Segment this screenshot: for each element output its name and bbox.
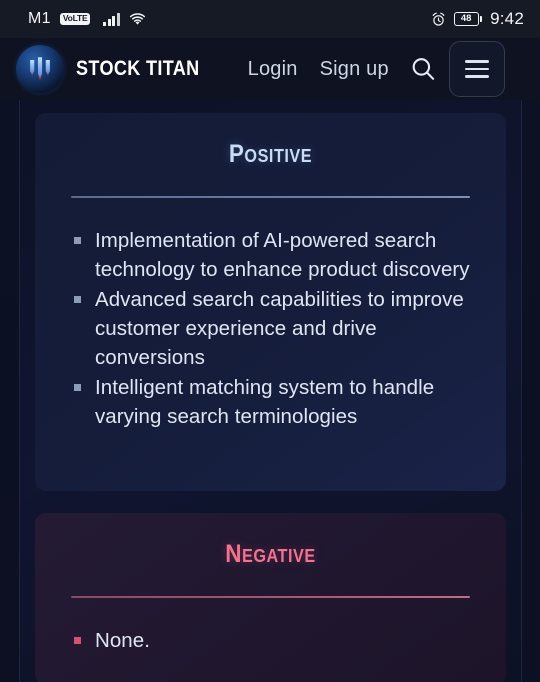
site-header: STOCK TITAN Login Sign up — [0, 38, 540, 100]
phone-screen: M1 VoLTE 48 9:42 STOCK TITAN Login Sign … — [0, 0, 540, 682]
list-item: None. — [69, 626, 472, 655]
wifi-icon — [129, 12, 146, 26]
login-link[interactable]: Login — [248, 58, 298, 81]
battery-indicator: 48 — [453, 12, 483, 26]
positive-card-title: Positive — [228, 140, 313, 168]
status-bar-left: M1 VoLTE — [28, 10, 146, 28]
content-container: Positive Implementation of AI-powered se… — [20, 98, 521, 682]
status-bar-right: 48 9:42 — [431, 9, 524, 29]
negative-card: Negative None. — [35, 513, 506, 682]
search-icon[interactable] — [407, 53, 439, 85]
negative-card-divider — [71, 596, 470, 598]
positive-card: Positive Implementation of AI-powered se… — [35, 113, 506, 491]
list-item: Intelligent matching system to handle va… — [69, 373, 472, 431]
list-item: Implementation of AI-powered search tech… — [69, 226, 472, 284]
positive-bullet-list: Implementation of AI-powered search tech… — [69, 226, 472, 431]
volte-badge: VoLTE — [59, 13, 91, 25]
stock-titan-logo-icon — [16, 45, 64, 93]
clock-label: 9:42 — [490, 9, 524, 28]
positive-card-divider — [71, 196, 470, 198]
negative-bullet-list: None. — [69, 626, 472, 655]
header-actions — [407, 41, 505, 97]
battery-level-label: 48 — [460, 13, 472, 25]
status-bar: M1 VoLTE 48 9:42 — [0, 0, 540, 38]
alarm-clock-icon — [431, 12, 446, 27]
negative-card-title: Negative — [225, 540, 316, 568]
hamburger-menu-icon[interactable] — [448, 41, 505, 97]
cellular-signal-icon — [103, 12, 120, 26]
brand-home-link[interactable]: STOCK TITAN — [16, 45, 220, 93]
list-item: Advanced search capabilities to improve … — [69, 285, 472, 372]
battery-nub — [480, 16, 483, 22]
page-body: Positive Implementation of AI-powered se… — [0, 98, 540, 682]
brand-name: STOCK TITAN — [76, 57, 200, 80]
signup-link[interactable]: Sign up — [320, 58, 389, 81]
carrier-label: M1 — [28, 10, 51, 27]
header-nav: Login Sign up — [248, 58, 389, 81]
